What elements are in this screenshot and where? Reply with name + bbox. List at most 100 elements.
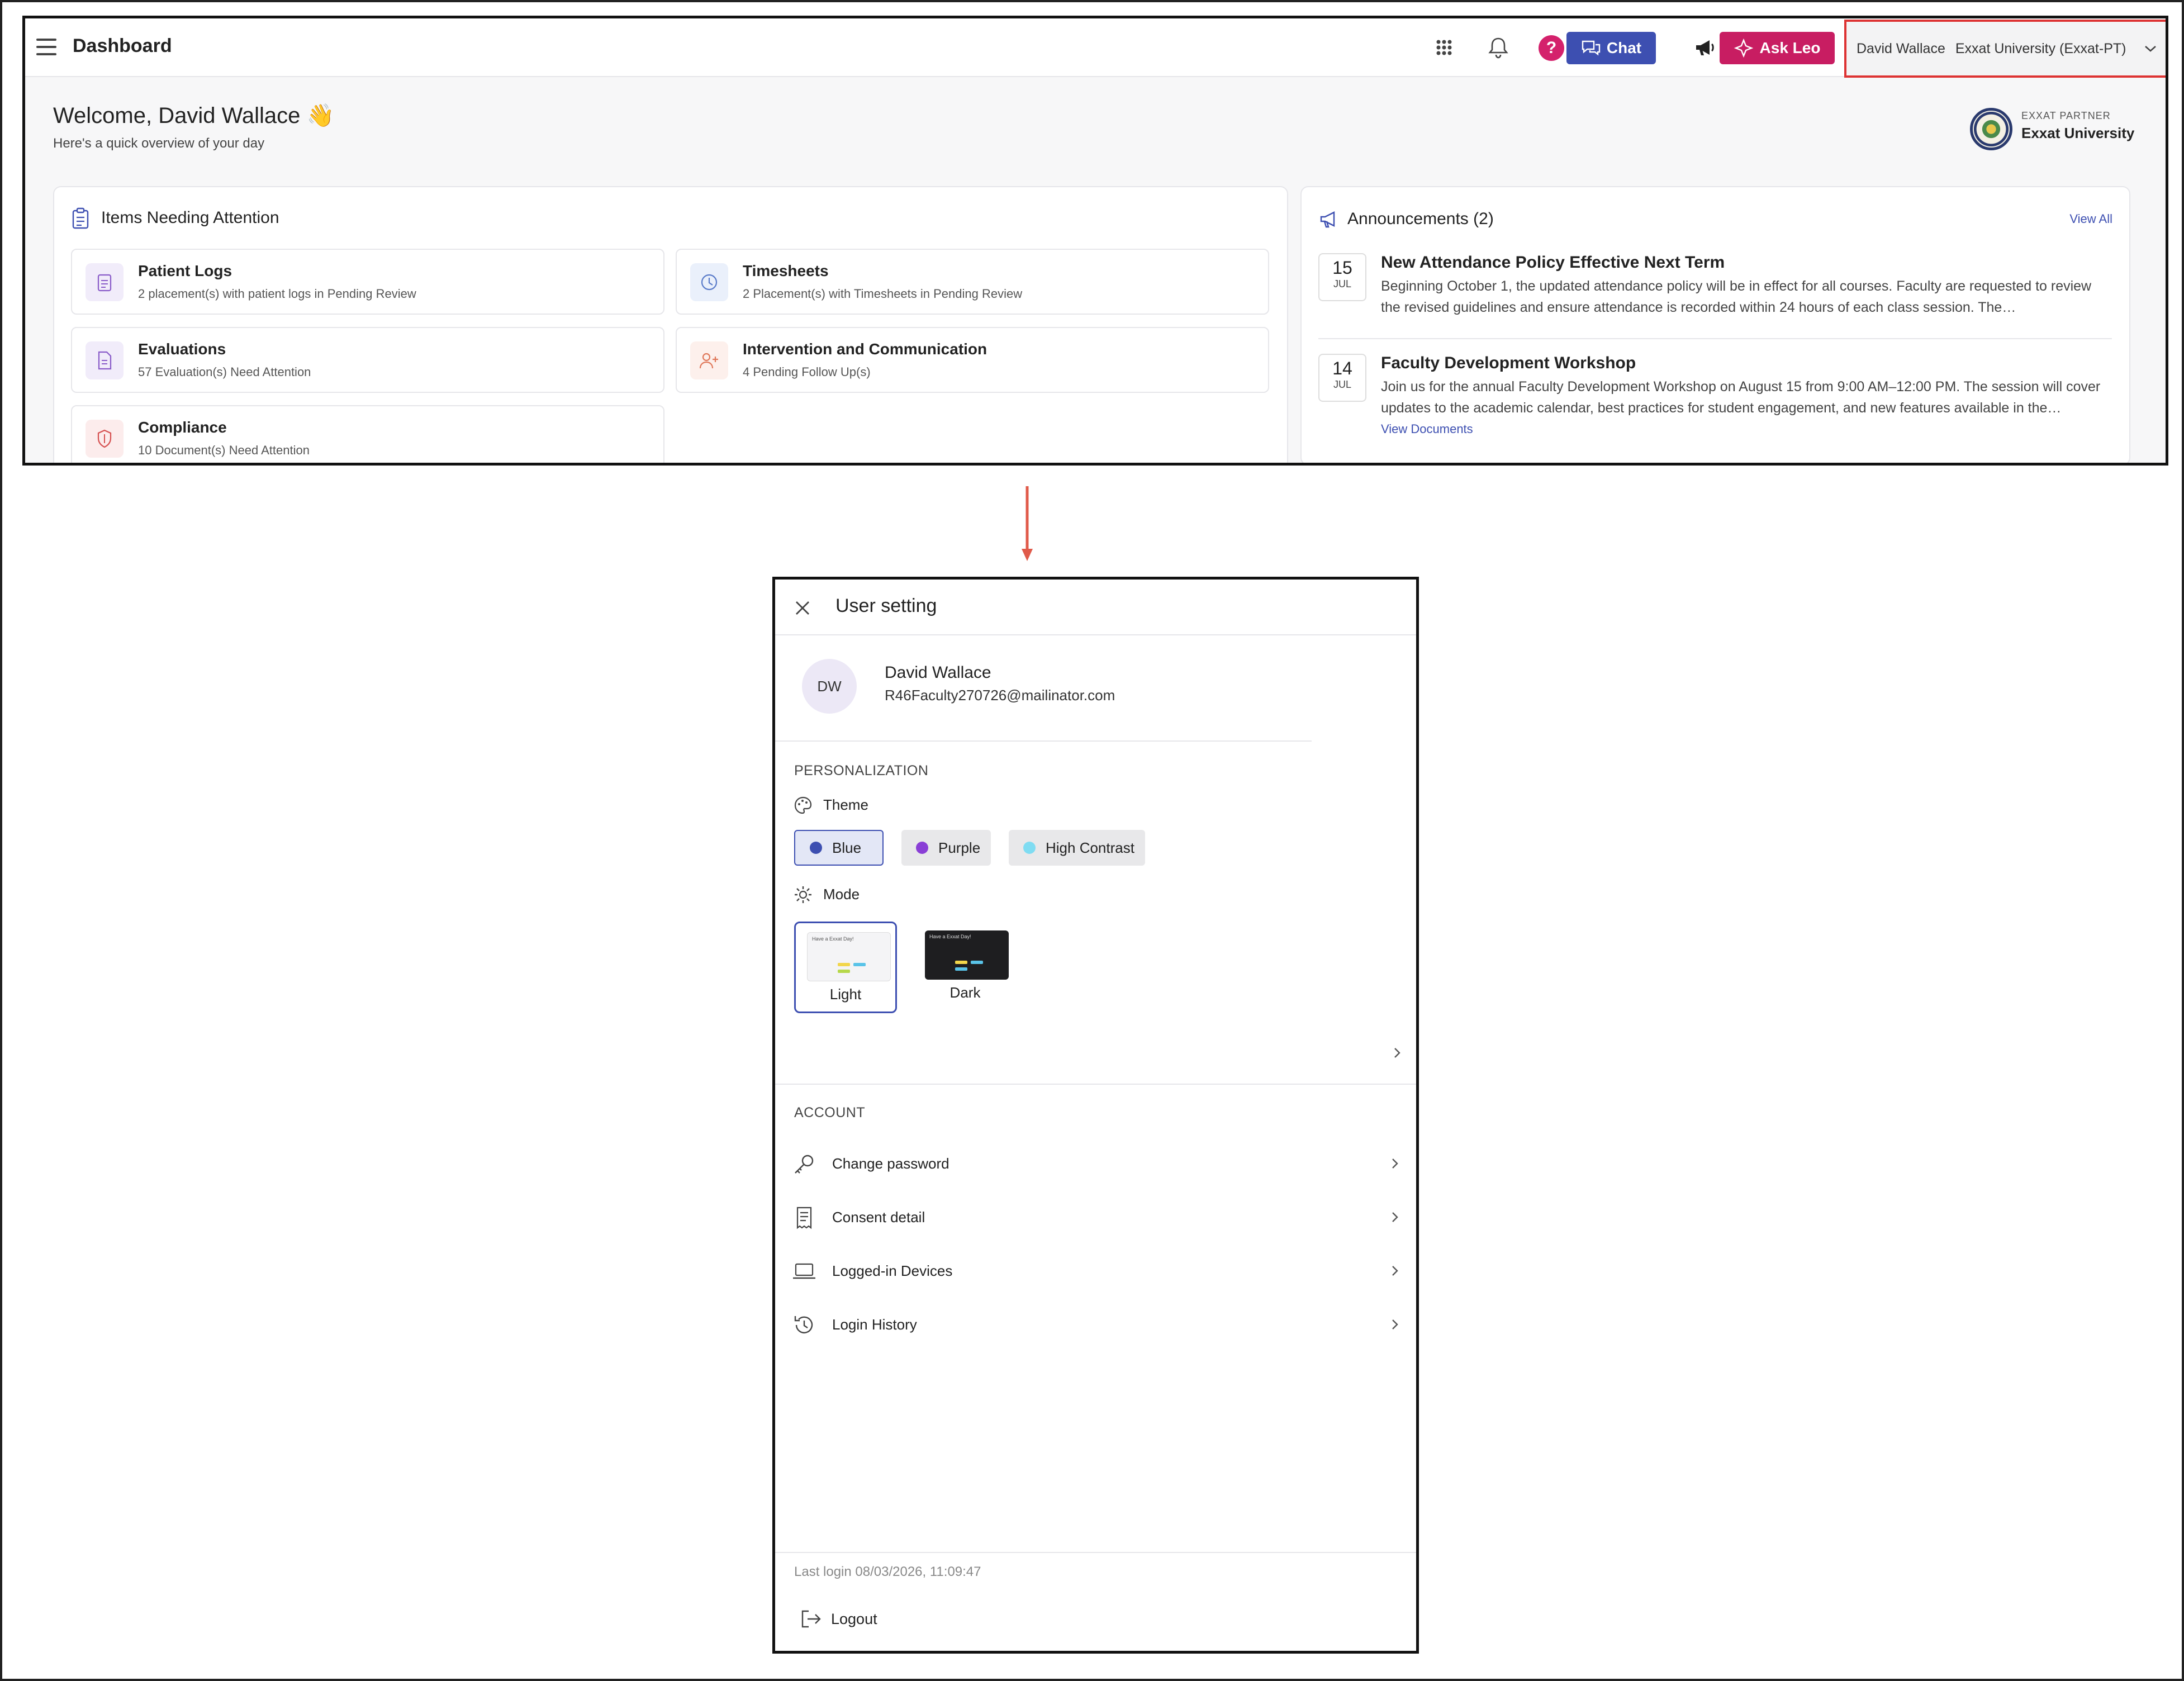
avatar: DW [802, 659, 857, 714]
items-needing-attention-card: Items Needing Attention Patient Logs 2 p… [53, 186, 1288, 463]
announcement-item[interactable]: 15 JUL New Attendance Policy Effective N… [1318, 253, 2112, 337]
mode-dark-option[interactable]: Have a Exxat Day! Dark [914, 922, 1017, 1013]
welcome-subtitle: Here's a quick overview of your day [53, 136, 265, 151]
chat-bubble-icon [1582, 40, 1601, 56]
ask-leo-label: Ask Leo [1759, 39, 1821, 56]
chevron-right-icon [1392, 1266, 1398, 1276]
account-item-label: Change password [832, 1155, 949, 1172]
mode-option-label: Light [829, 986, 862, 1003]
preview-text: Have a Exxat Day! [929, 934, 971, 939]
announcement-date: 15 JUL [1318, 253, 1366, 301]
date-day: 14 [1332, 358, 1352, 378]
theme-label: Theme [823, 796, 868, 813]
item-desc: 10 Document(s) Need Attention [138, 443, 310, 457]
color-swatch [916, 842, 928, 854]
theme-high-contrast-button[interactable]: High Contrast [1009, 830, 1145, 866]
chat-button-label: Chat [1606, 39, 1642, 56]
attention-item-compliance[interactable]: Compliance 10 Document(s) Need Attention [71, 405, 664, 463]
shield-icon [86, 420, 124, 458]
attention-item-patient-logs[interactable]: Patient Logs 2 placement(s) with patient… [71, 249, 664, 315]
attention-item-evaluations[interactable]: Evaluations 57 Evaluation(s) Need Attent… [71, 327, 664, 393]
announcement-body: Beginning October 1, the updated attenda… [1381, 278, 2092, 315]
partner-label: EXXAT PARTNER [2021, 110, 2111, 121]
partner-badge: EXXAT PARTNER Exxat University [1970, 108, 2138, 153]
user-switch-name: David Wallace [1857, 40, 1945, 56]
partner-name: Exxat University [2021, 125, 2135, 141]
announcement-date: 14 JUL [1318, 354, 1366, 402]
mode-gear-icon [795, 886, 811, 903]
profile-divider [775, 740, 1312, 742]
consent-detail-row[interactable]: Consent detail [792, 1199, 1401, 1238]
announcement-megaphone-icon [1320, 211, 1335, 228]
clipboard-icon [72, 207, 89, 229]
user-name: David Wallace [885, 663, 991, 682]
account-item-label: Login History [832, 1316, 917, 1333]
patient-logs-icon [86, 263, 124, 301]
login-history-row[interactable]: Login History [792, 1306, 1401, 1345]
chevron-right-icon[interactable] [1391, 1047, 1403, 1059]
announcement-body: Join us for the annual Faculty Developme… [1381, 379, 2101, 416]
attention-item-timesheets[interactable]: Timesheets 2 Placement(s) with Timesheet… [676, 249, 1269, 315]
section-divider [775, 1084, 1416, 1085]
university-seal-logo [1970, 108, 2012, 150]
laptop-icon [793, 1263, 815, 1279]
document-icon [86, 341, 124, 379]
item-title: Compliance [138, 419, 227, 436]
change-password-row[interactable]: Change password [792, 1145, 1401, 1184]
logout-button[interactable]: Logout [800, 1602, 877, 1636]
close-icon[interactable] [794, 600, 811, 616]
chevron-right-icon [1392, 1319, 1398, 1329]
attention-item-intervention[interactable]: Intervention and Communication 4 Pending… [676, 327, 1269, 393]
date-day: 15 [1332, 258, 1352, 278]
view-documents-link[interactable]: View Documents [1381, 422, 1473, 436]
page-title: Dashboard [73, 35, 172, 56]
theme-purple-button[interactable]: Purple [901, 830, 991, 866]
item-title: Patient Logs [138, 262, 232, 279]
announcement-title: New Attendance Policy Effective Next Ter… [1381, 253, 1725, 272]
item-title: Evaluations [138, 340, 226, 358]
item-desc: 2 placement(s) with patient logs in Pend… [138, 287, 416, 301]
announcements-card: Announcements (2) View All 15 JUL New At… [1300, 186, 2130, 463]
chevron-right-icon [1392, 1158, 1398, 1169]
leo-sparkle-icon [1734, 39, 1753, 58]
theme-option-label: Purple [938, 839, 981, 856]
theme-blue-button[interactable]: Blue [794, 830, 884, 866]
apps-grid-icon[interactable] [1431, 34, 1457, 61]
user-switcher-dropdown[interactable]: David Wallace Exxat University (Exxat-PT… [1844, 20, 2166, 78]
item-desc: 57 Evaluation(s) Need Attention [138, 365, 311, 379]
flow-arrow-icon [1022, 486, 1033, 561]
clock-icon [690, 263, 728, 301]
item-title: Timesheets [743, 262, 829, 279]
color-swatch [1023, 842, 1036, 854]
dark-mode-preview: Have a Exxat Day! [925, 930, 1009, 980]
user-email: R46Faculty270726@mailinator.com [885, 687, 1115, 704]
last-login-text: Last login 08/03/2026, 11:09:47 [794, 1564, 981, 1579]
panel-header: User setting [775, 580, 1416, 635]
light-mode-preview: Have a Exxat Day! [807, 932, 891, 981]
announcements-title: Announcements (2) [1347, 210, 1494, 228]
logged-in-devices-row[interactable]: Logged-in Devices [792, 1252, 1401, 1291]
item-title: Intervention and Communication [743, 340, 987, 358]
date-month: JUL [1333, 379, 1351, 390]
logout-label: Logout [831, 1610, 877, 1627]
welcome-heading: Welcome, David Wallace 👋 [53, 103, 335, 128]
user-setting-panel: User setting DW David Wallace R46Faculty… [772, 577, 1419, 1654]
chevron-right-icon [1392, 1212, 1398, 1222]
view-all-link[interactable]: View All [2069, 212, 2112, 226]
bell-icon[interactable] [1485, 34, 1512, 61]
item-desc: 4 Pending Follow Up(s) [743, 365, 871, 379]
theme-option-label: Blue [832, 839, 862, 856]
chat-button[interactable]: Chat [1566, 32, 1656, 64]
megaphone-icon[interactable] [1692, 34, 1718, 61]
announcement-item[interactable]: 14 JUL Faculty Development Workshop Join… [1318, 354, 2112, 449]
date-month: JUL [1333, 278, 1351, 289]
help-icon[interactable]: ? [1539, 35, 1564, 61]
announcement-title: Faculty Development Workshop [1381, 354, 1636, 372]
receipt-icon [796, 1207, 812, 1229]
mode-option-label: Dark [949, 984, 981, 1001]
user-switch-org: Exxat University (Exxat-PT) [1955, 40, 2126, 56]
mode-light-option[interactable]: Have a Exxat Day! Light [794, 922, 897, 1013]
history-icon [794, 1316, 813, 1333]
ask-leo-button[interactable]: Ask Leo [1720, 32, 1835, 64]
hamburger-menu-icon[interactable] [36, 39, 56, 55]
